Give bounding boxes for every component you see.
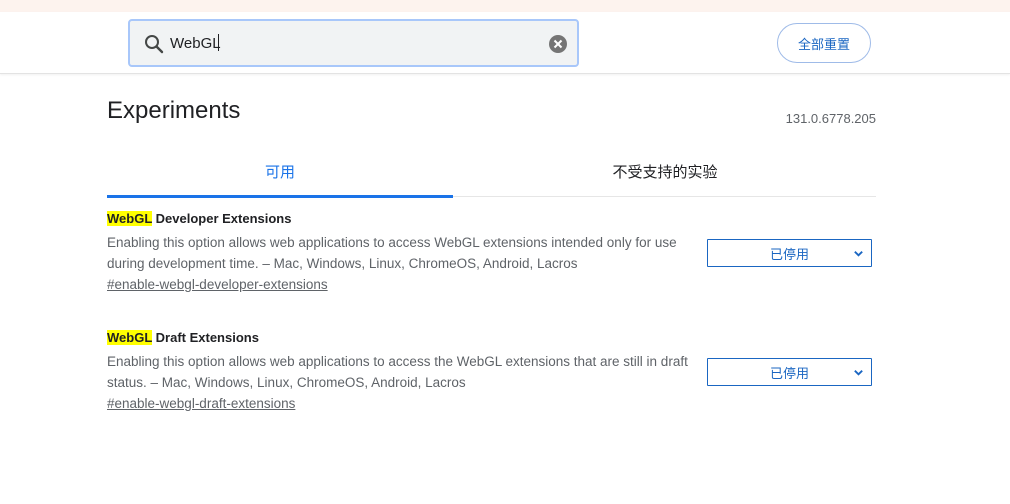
experiment-title: WebGL Developer Extensions — [107, 209, 876, 229]
experiment-state-select[interactable]: 已停用 — [707, 358, 872, 386]
tab-bar: 可用 不受支持的实验 — [107, 147, 876, 198]
search-highlight: WebGL — [107, 330, 153, 345]
experiment-webgl-draft-extensions: WebGL Draft Extensions Enabling this opt… — [107, 328, 876, 413]
experiment-state-value: 已停用 — [769, 246, 809, 262]
search-box[interactable] — [128, 19, 579, 67]
experiment-state-select[interactable]: 已停用 — [707, 239, 872, 267]
text-caret — [218, 34, 219, 51]
tab-unsupported[interactable]: 不受支持的实验 — [492, 147, 838, 196]
chevron-down-icon — [854, 251, 863, 257]
tab-available[interactable]: 可用 — [107, 147, 453, 198]
search-highlight: WebGL — [107, 211, 153, 226]
experiment-title: WebGL Draft Extensions — [107, 328, 876, 348]
search-icon — [145, 35, 164, 54]
experiment-state-value: 已停用 — [769, 365, 809, 381]
experiment-webgl-developer-extensions: WebGL Developer Extensions Enabling this… — [107, 209, 876, 294]
top-strip — [0, 0, 1010, 12]
experiment-permalink[interactable]: #enable-webgl-developer-extensions — [107, 277, 328, 292]
reset-all-button[interactable]: 全部重置 — [777, 23, 871, 63]
experiment-description: Enabling this option allows web applicat… — [107, 354, 688, 390]
experiment-title-text: Developer Extensions — [152, 211, 292, 226]
experiment-title-text: Draft Extensions — [152, 330, 259, 345]
experiment-description: Enabling this option allows web applicat… — [107, 235, 677, 271]
chevron-down-icon — [854, 370, 863, 376]
search-input[interactable] — [170, 31, 530, 55]
header: 全部重置 — [0, 12, 1010, 74]
page-title: Experiments — [107, 97, 241, 124]
experiment-permalink[interactable]: #enable-webgl-draft-extensions — [107, 396, 295, 411]
clear-icon[interactable] — [548, 34, 568, 54]
version-label: 131.0.6778.205 — [785, 111, 876, 126]
